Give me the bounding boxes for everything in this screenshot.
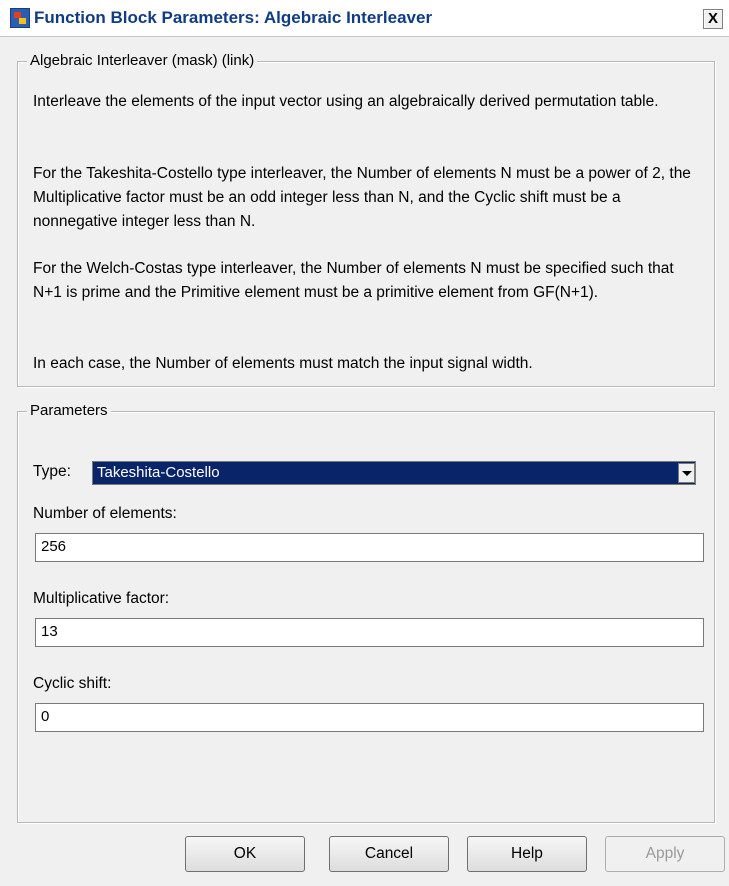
number-of-elements-field[interactable]: 256 [35,533,704,562]
cancel-button[interactable]: Cancel [329,836,449,872]
type-dropdown[interactable]: Takeshita-Costello [92,461,696,485]
close-button[interactable]: X [703,9,723,29]
apply-button[interactable]: Apply [605,836,725,872]
multiplicative-factor-label: Multiplicative factor: [33,590,170,607]
description-paragraph: For the Welch-Costas type interleaver, t… [33,260,674,301]
cyclic-shift-label: Cyclic shift: [33,675,112,692]
parameters-group-title: Parameters [27,402,111,419]
type-label: Type: [33,463,71,480]
help-button[interactable]: Help [467,836,587,872]
title-bar[interactable]: Function Block Parameters: Algebraic Int… [0,0,729,37]
ok-button[interactable]: OK [185,836,305,872]
description-paragraph: Interleave the elements of the input vec… [33,93,659,110]
number-of-elements-label: Number of elements: [33,505,177,522]
description-paragraph: For the Takeshita-Costello type interlea… [33,165,691,230]
multiplicative-factor-field[interactable]: 13 [35,618,704,647]
mask-group-title: Algebraic Interleaver (mask) (link) [27,52,258,69]
parameters-group: Parameters Type: Takeshita-Costello Numb… [17,402,715,823]
chevron-down-icon[interactable] [678,463,695,483]
cyclic-shift-field[interactable]: 0 [35,703,704,732]
window-title: Function Block Parameters: Algebraic Int… [34,8,433,27]
description-paragraph: In each case, the Number of elements mus… [33,355,533,372]
mask-description-group: Algebraic Interleaver (mask) (link) Inte… [17,52,715,387]
simulink-block-icon [10,8,30,28]
